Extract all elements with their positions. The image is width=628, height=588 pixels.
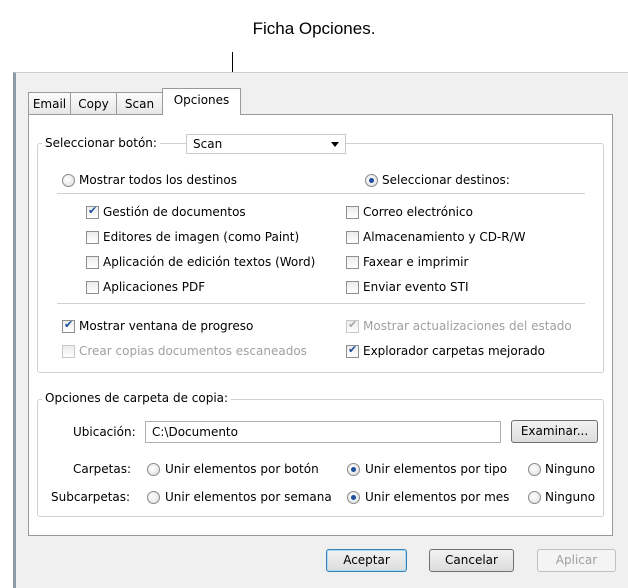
checkbox-document-management[interactable] [86, 204, 99, 219]
select-button-label: Seleccionar botón: [42, 136, 160, 150]
select-button-value: Scan [193, 137, 223, 151]
checkbox-enhanced-folder-explorer[interactable] [346, 343, 359, 358]
radio-folders-by-button[interactable] [147, 463, 160, 476]
tab-copy[interactable]: Copy [70, 92, 117, 114]
location-label: Ubicación: [73, 425, 136, 439]
tab-scan[interactable]: Scan [116, 92, 163, 114]
radio-folders-none[interactable] [528, 463, 541, 476]
radio-folders-by-type[interactable] [347, 463, 360, 476]
separator [57, 303, 585, 304]
apply-button[interactable]: Aplicar [537, 549, 616, 572]
checkbox-sti-event[interactable] [346, 281, 359, 294]
destination-label: Gestión de documentos [103, 205, 246, 219]
folders-option-label: Ninguno [545, 462, 596, 476]
folders-option-label: Unir elementos por botón [165, 462, 319, 476]
option-label: Crear copias documentos escaneados [79, 344, 307, 358]
radio-select-destinations[interactable] [365, 174, 378, 187]
checkbox-fax-print[interactable] [346, 256, 359, 269]
subfolders-label: Subcarpetas: [51, 490, 131, 504]
checkbox-image-editors[interactable] [86, 231, 99, 244]
destination-label: Enviar evento STI [363, 280, 469, 294]
separator [57, 193, 585, 194]
show-all-destinations-label: Mostrar todos los destinos [79, 173, 237, 187]
select-destinations-label: Seleccionar destinos: [382, 173, 510, 187]
chevron-down-icon [331, 142, 339, 147]
options-panel: Seleccionar botón: Scan Mostrar todos lo… [28, 114, 613, 536]
copy-folder-group-label: Opciones de carpeta de copia: [42, 391, 232, 405]
folders-label: Carpetas: [73, 462, 132, 476]
checkbox-email[interactable] [346, 206, 359, 219]
option-label: Mostrar actualizaciones del estado [363, 319, 572, 333]
tab-email[interactable]: Email [28, 92, 71, 114]
destination-label: Aplicación de edición textos (Word) [103, 255, 316, 269]
checkbox-pdf-applications[interactable] [86, 281, 99, 294]
checkbox-create-copies [62, 345, 75, 358]
radio-subfolders-by-week[interactable] [147, 491, 160, 504]
destination-label: Faxear e imprimir [363, 255, 469, 269]
checkbox-show-status-updates [346, 318, 359, 333]
destination-label: Almacenamiento y CD-R/W [363, 230, 526, 244]
option-label: Explorador carpetas mejorado [363, 344, 545, 358]
select-button-dropdown[interactable]: Scan [186, 134, 346, 154]
radio-subfolders-none[interactable] [528, 491, 541, 504]
radio-show-all-destinations[interactable] [62, 174, 75, 187]
checkbox-text-editors[interactable] [86, 256, 99, 269]
tab-opciones[interactable]: Opciones [162, 88, 241, 115]
destination-label: Aplicaciones PDF [103, 280, 206, 294]
subfolders-option-label: Unir elementos por mes [365, 490, 510, 504]
location-field[interactable]: C:\Documento [145, 421, 501, 443]
checkbox-storage-cdrw[interactable] [346, 231, 359, 244]
destination-label: Editores de imagen (como Paint) [103, 230, 300, 244]
destination-label: Correo electrónico [363, 205, 473, 219]
radio-subfolders-by-month[interactable] [347, 491, 360, 504]
checkbox-show-progress[interactable] [62, 318, 75, 333]
folders-option-label: Unir elementos por tipo [365, 462, 508, 476]
cancel-button[interactable]: Cancelar [429, 549, 514, 572]
ok-button[interactable]: Aceptar [326, 549, 407, 572]
callout-caption: Ficha Opciones. [252, 19, 376, 38]
option-label: Mostrar ventana de progreso [79, 319, 254, 333]
subfolders-option-label: Ninguno [545, 490, 596, 504]
browse-button[interactable]: Examinar... [511, 420, 598, 443]
subfolders-option-label: Unir elementos por semana [165, 490, 332, 504]
